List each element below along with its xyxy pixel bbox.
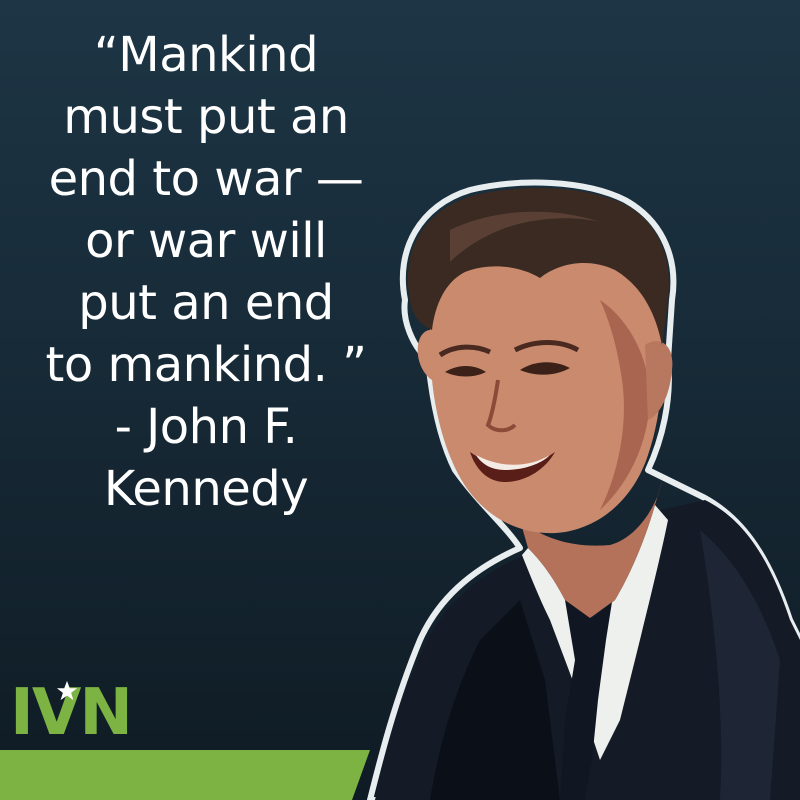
ivn-logo: IVN — [8, 678, 160, 748]
star-icon — [56, 680, 78, 701]
brand-bar — [0, 750, 370, 800]
quote-graphic: “Mankind must put an end to war — or war… — [0, 0, 800, 800]
